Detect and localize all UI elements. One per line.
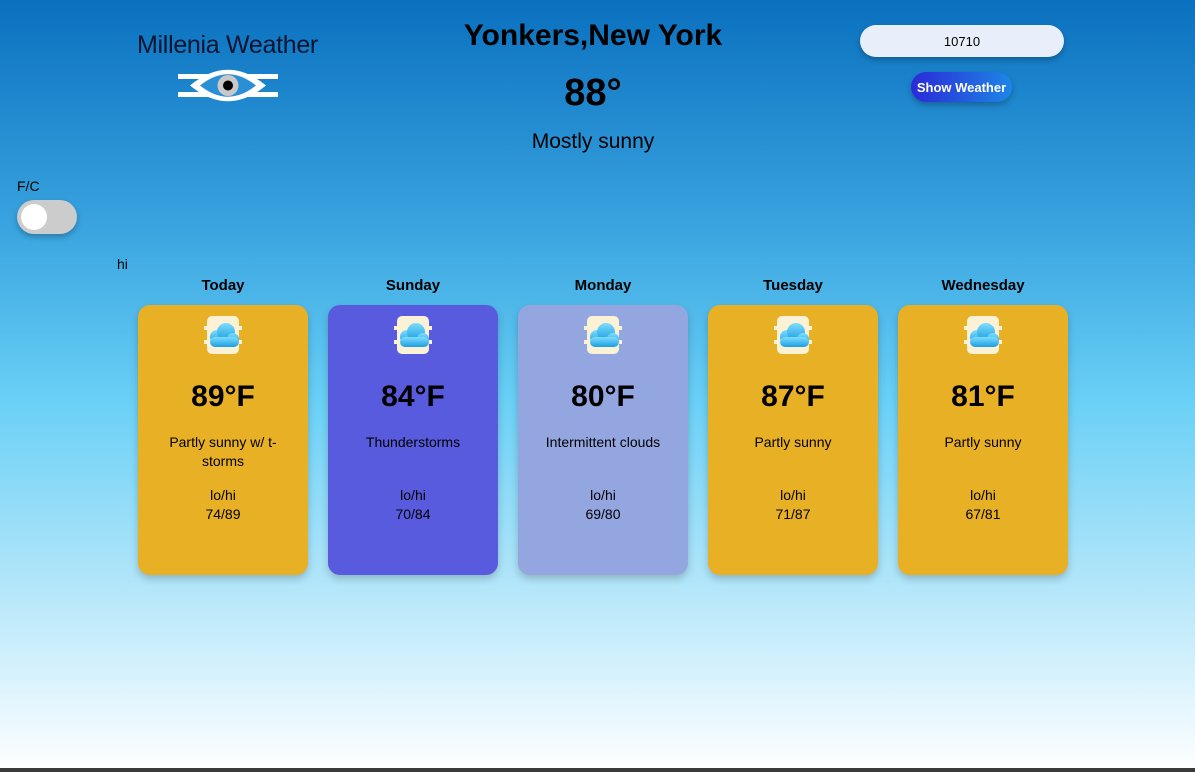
forecast-temperature: 84°F [381,380,445,413]
forecast-card: 84°F Thunderstorms lo/hi 70/84 [328,305,498,575]
bottom-border [0,768,1195,772]
forecast-card: 89°F Partly sunny w/ t-storms lo/hi 74/8… [138,305,308,575]
lohi-label: lo/hi [780,487,806,503]
forecast-day-label: Tuesday [763,277,823,294]
forecast-day-label: Sunday [385,277,441,294]
forecast-condition: Partly sunny w/ t-storms [169,434,277,469]
lohi-value: 67/81 [965,506,1001,522]
forecast-day-label: Wednesday [941,277,1025,294]
forecast-temperature: 80°F [571,380,635,413]
lohi-value: 69/80 [585,506,621,522]
lohi-label: lo/hi [400,487,426,503]
logo-title: Millenia Weather [137,31,318,59]
sun-behind-cloud-icon [771,313,815,357]
forecast-condition: Partly sunny [754,434,832,450]
lohi-label: lo/hi [210,487,236,503]
city-name: Yonkers,New York [463,19,723,52]
forecast-condition: Intermittent clouds [545,434,661,450]
sun-behind-cloud-icon [581,313,625,357]
forecast-day-label: Today [201,277,245,294]
forecast-temperature: 89°F [191,380,255,413]
eye-icon [177,69,278,102]
units-toggle-label: F/C [17,178,40,194]
forecast-card: 87°F Partly sunny lo/hi 71/87 [708,305,878,575]
forecast-condition: Thunderstorms [365,434,461,450]
forecast-card: 80°F Intermittent clouds lo/hi 69/80 [518,305,688,575]
show-weather-button[interactable]: Show Weather [911,72,1012,102]
logo: Millenia Weather [120,30,335,112]
sun-behind-cloud-icon [391,313,435,357]
debug-text: hi [117,256,128,272]
forecast-card: 81°F Partly sunny lo/hi 67/81 [898,305,1068,575]
sun-behind-cloud-icon [961,313,1005,357]
units-toggle[interactable] [17,200,77,234]
lohi-value: 70/84 [395,506,431,522]
sun-behind-cloud-icon [201,313,245,357]
forecast-temperature: 87°F [761,380,825,413]
lohi-label: lo/hi [970,487,996,503]
lohi-value: 74/89 [205,506,241,522]
current-temperature: 88° [564,72,622,114]
lohi-value: 71/87 [775,506,811,522]
toggle-knob [21,204,47,230]
forecast-day-label: Monday [574,277,632,294]
zip-code-input[interactable] [860,25,1064,57]
forecast-temperature: 81°F [951,380,1015,413]
forecast-condition: Partly sunny [944,434,1022,450]
current-condition: Mostly sunny [531,130,655,153]
lohi-label: lo/hi [590,487,616,503]
